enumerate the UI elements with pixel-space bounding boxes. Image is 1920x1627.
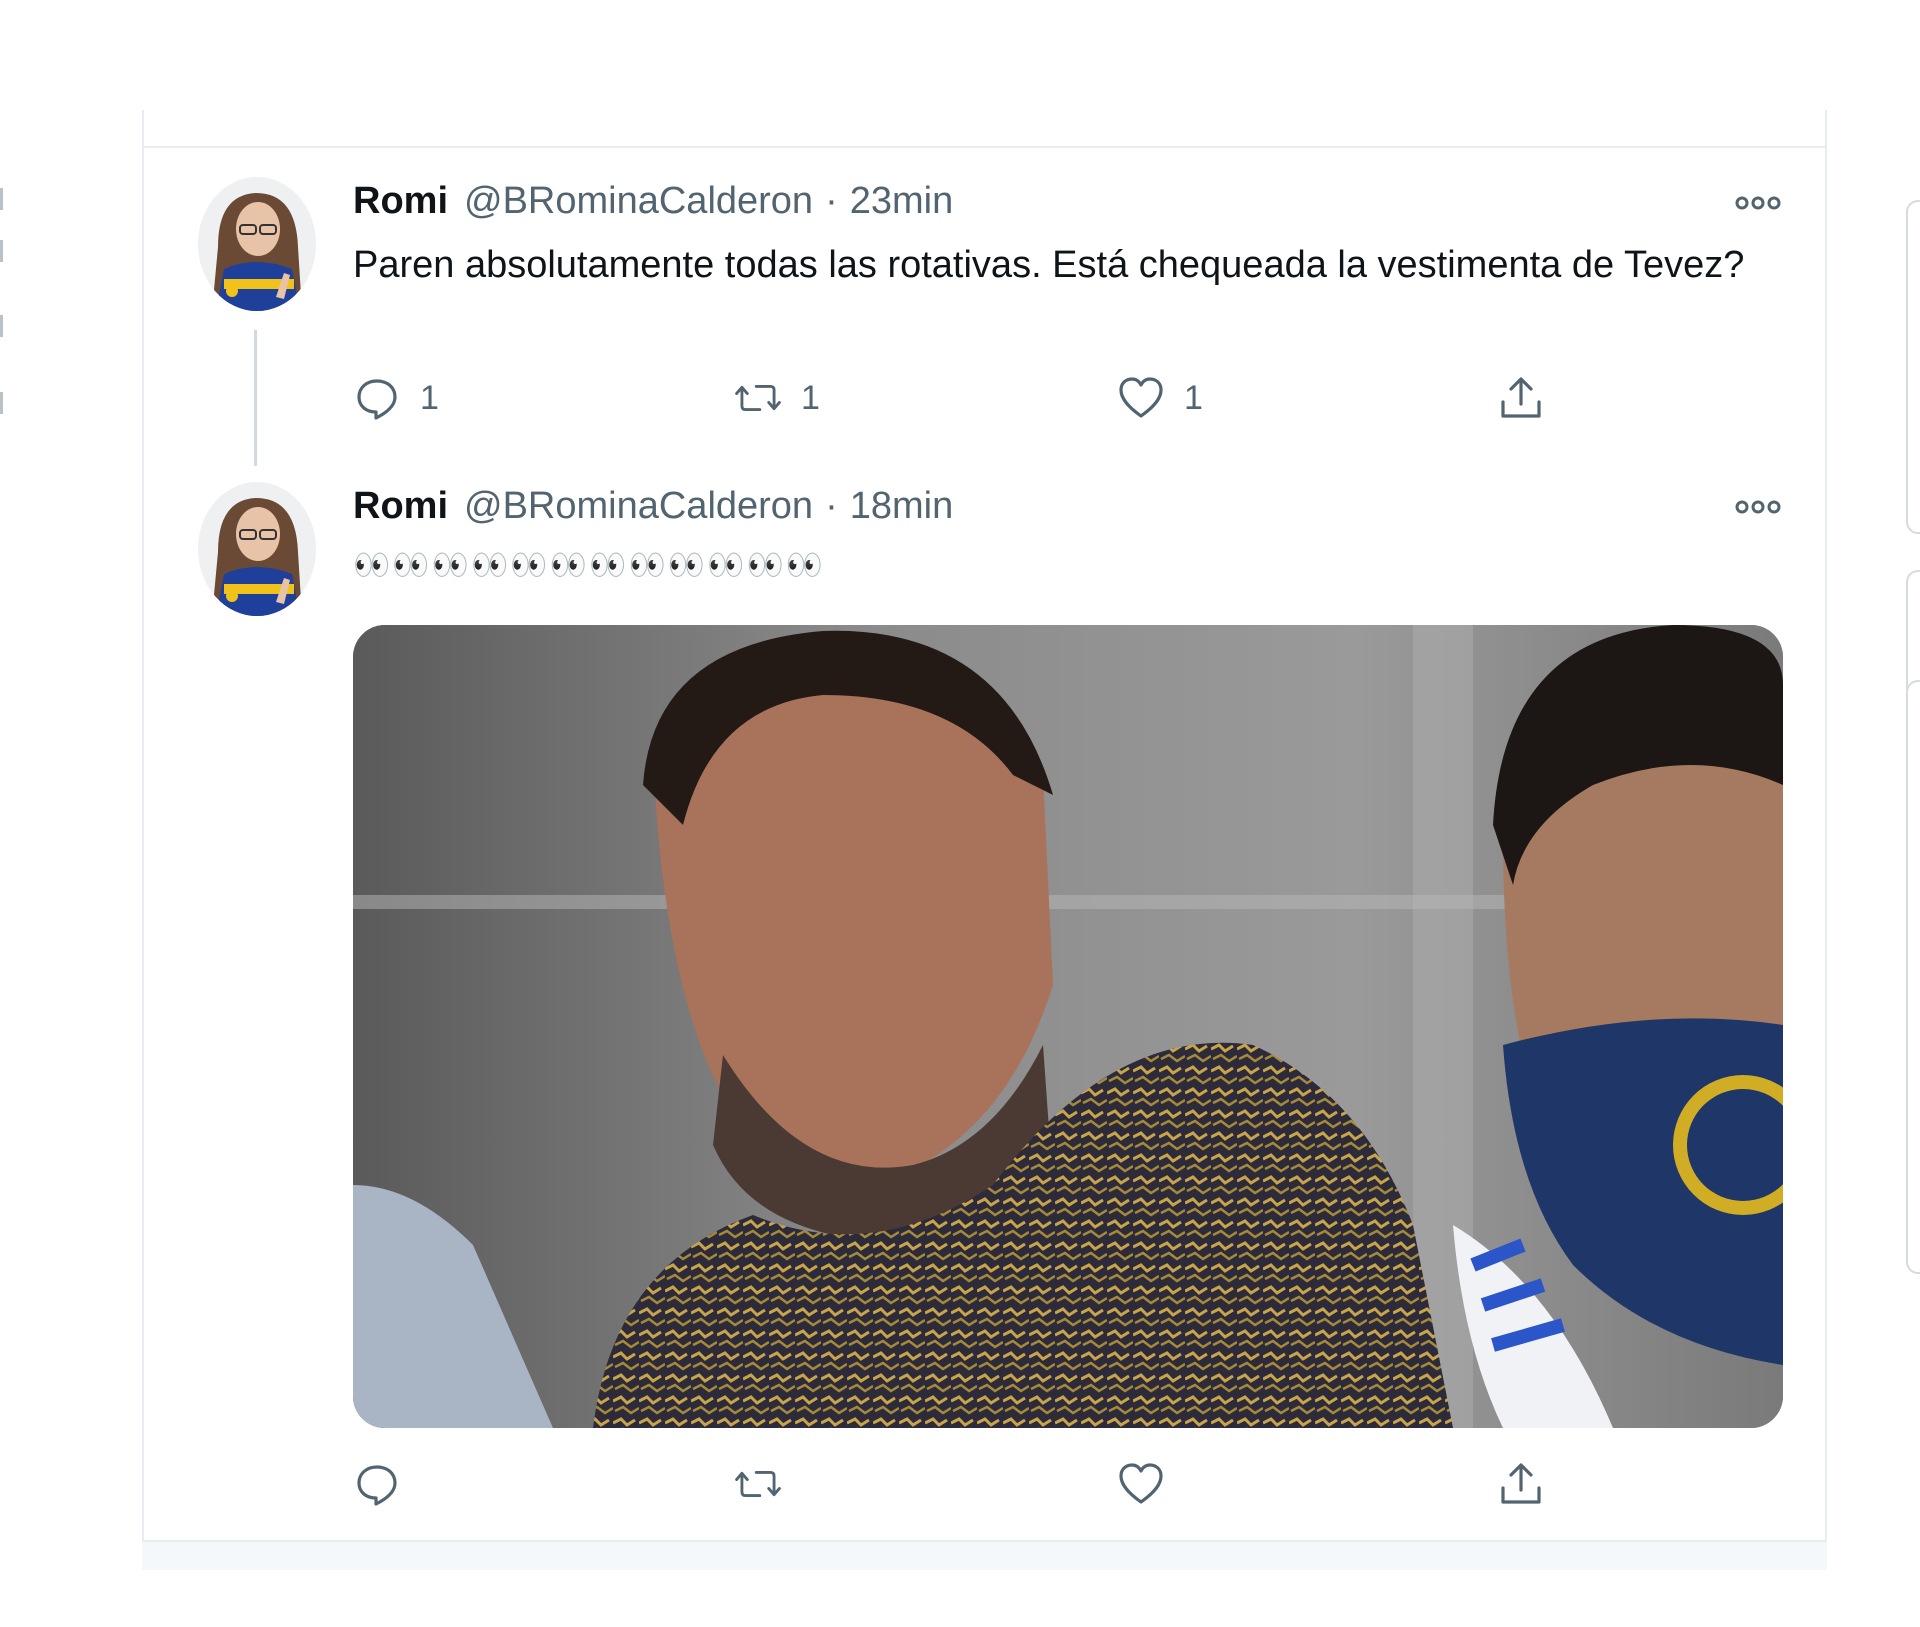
thread-connector-line [254,330,257,466]
more-options-button[interactable] [1728,183,1788,223]
share-icon [1496,373,1546,423]
reply-icon [352,373,402,423]
like-button[interactable] [1116,1456,1184,1512]
avatar[interactable] [198,482,316,616]
share-icon [1496,1459,1546,1509]
tweet-photo[interactable] [353,625,1783,1428]
reply-count: 1 [420,378,439,417]
divider [144,146,1825,148]
avatar[interactable] [198,177,316,311]
author-name[interactable]: Romi [353,485,448,528]
reply-button[interactable]: 1 [352,370,439,426]
tweet-timestamp[interactable]: 23min [850,180,954,223]
author-handle[interactable]: @BRominaCalderon [464,485,813,528]
retweet-button[interactable]: 1 [733,370,820,426]
more-options-button[interactable] [1728,487,1788,527]
tweet-header: Romi @BRominaCalderon · 18min [353,485,953,533]
tweet-timestamp[interactable]: 18min [850,485,954,528]
retweet-icon [733,373,783,423]
separator-dot: · [825,180,838,222]
share-button[interactable] [1496,1456,1546,1512]
retweet-icon [733,1459,783,1509]
page: Romi @BRominaCalderon · 23min Paren abso… [0,0,1920,1627]
avatar-photo [198,482,316,616]
like-icon [1116,1459,1166,1509]
like-count: 1 [1184,378,1203,417]
avatar-photo [198,177,316,311]
tweet-text: Paren absolutamente todas las rotativas.… [353,244,1745,286]
retweet-count: 1 [801,378,820,417]
right-sidebar-edge [1906,180,1920,1490]
more-dots-icon [1735,196,1781,210]
tweet-text: 👀👀👀👀👀👀👀👀👀👀👀👀 [353,549,826,582]
reply-button[interactable] [352,1456,420,1512]
like-icon [1116,373,1166,423]
author-name[interactable]: Romi [353,180,448,223]
like-button[interactable]: 1 [1116,370,1203,426]
more-dots-icon [1735,500,1781,514]
reply-icon [352,1459,402,1509]
photo-image [353,625,1783,1428]
separator-dot: · [825,485,838,527]
tweet-header: Romi @BRominaCalderon · 23min [353,180,953,228]
timeline-footer [142,1542,1827,1570]
share-button[interactable] [1496,370,1546,426]
author-handle[interactable]: @BRominaCalderon [464,180,813,223]
retweet-button[interactable] [733,1456,801,1512]
